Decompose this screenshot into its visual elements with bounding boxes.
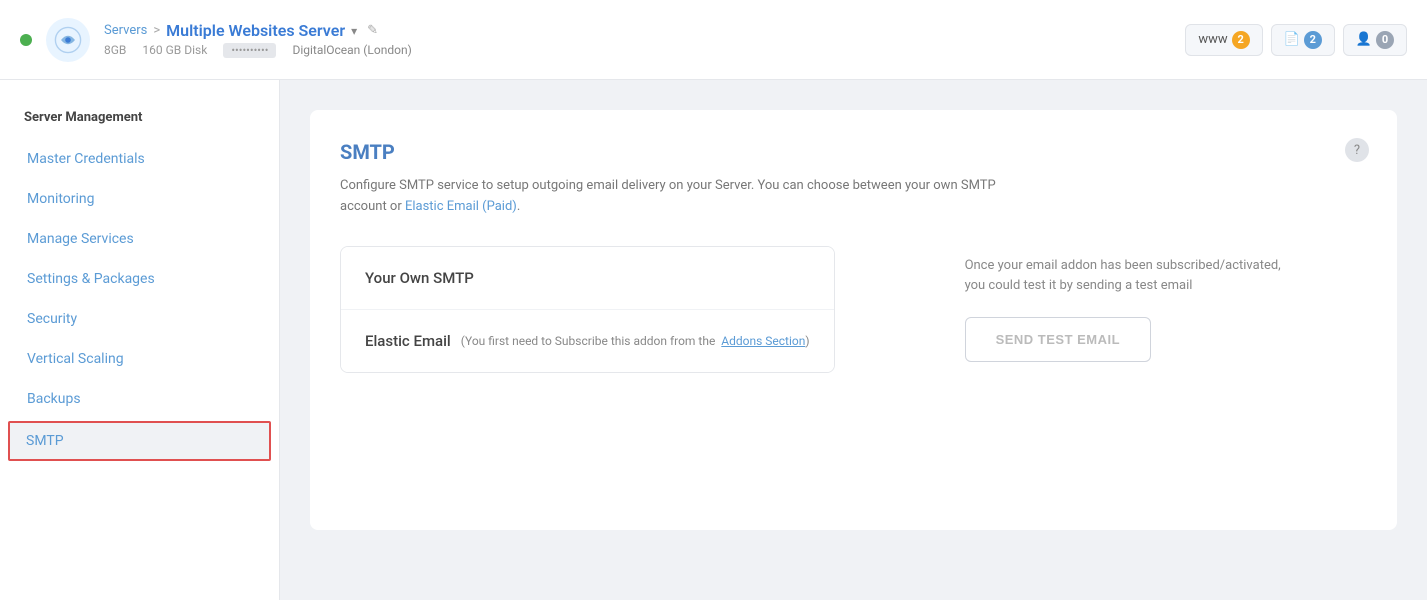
server-ip: •••••••••• xyxy=(223,43,276,58)
test-email-section: Once your email addon has been subscribe… xyxy=(965,246,1367,363)
dropdown-icon[interactable]: ▾ xyxy=(351,24,357,38)
topbar: Servers > Multiple Websites Server ▾ ✎ 8… xyxy=(0,0,1427,80)
files-count-badge: 2 xyxy=(1304,31,1322,49)
server-provider: DigitalOcean (London) xyxy=(292,43,411,58)
sidebar-item-settings-packages[interactable]: Settings & Packages xyxy=(0,259,279,299)
sidebar-item-manage-services[interactable]: Manage Services xyxy=(0,219,279,259)
server-meta: 8GB 160 GB Disk •••••••••• DigitalOcean … xyxy=(104,43,1185,58)
www-badge-button[interactable]: www 2 xyxy=(1185,24,1262,56)
your-own-smtp-label: Your Own SMTP xyxy=(365,269,474,287)
smtp-desc-text2: . xyxy=(517,199,520,214)
files-icon: 📄 xyxy=(1284,32,1300,47)
users-count-badge: 0 xyxy=(1376,31,1394,49)
smtp-title: SMTP xyxy=(340,140,1367,164)
elastic-email-option-label: Elastic Email xyxy=(365,332,451,350)
smtp-options-area: Your Own SMTP Elastic Email (You firs xyxy=(340,246,1367,373)
layout: Server Management Master Credentials Mon… xyxy=(0,80,1427,600)
servers-link[interactable]: Servers xyxy=(104,23,147,38)
server-status-dot xyxy=(20,34,32,46)
test-email-description: Once your email addon has been subscribe… xyxy=(965,256,1305,298)
server-name: Multiple Websites Server xyxy=(166,21,345,40)
server-ram: 8GB xyxy=(104,43,126,58)
edit-icon[interactable]: ✎ xyxy=(367,23,378,38)
smtp-options-box: Your Own SMTP Elastic Email (You firs xyxy=(340,246,835,373)
smtp-option-elastic-email[interactable]: Elastic Email (You first need to Subscri… xyxy=(341,310,834,372)
help-icon[interactable]: ? xyxy=(1345,138,1369,162)
main-content: ? SMTP Configure SMTP service to setup o… xyxy=(280,80,1427,600)
sidebar-item-backups[interactable]: Backups xyxy=(0,379,279,419)
addons-section-link[interactable]: Addons Section xyxy=(721,334,805,348)
sidebar-item-master-credentials[interactable]: Master Credentials xyxy=(0,139,279,179)
sidebar-item-smtp[interactable]: SMTP xyxy=(8,421,271,461)
breadcrumb-separator: > xyxy=(153,23,160,38)
server-disk: 160 GB Disk xyxy=(142,43,207,58)
files-badge-button[interactable]: 📄 2 xyxy=(1271,24,1335,56)
www-label: www xyxy=(1198,32,1227,47)
elastic-email-option-note: (You first need to Subscribe this addon … xyxy=(461,334,810,348)
smtp-description: Configure SMTP service to setup outgoing… xyxy=(340,176,1040,218)
content-card: ? SMTP Configure SMTP service to setup o… xyxy=(310,110,1397,530)
topbar-right: www 2 📄 2 👤 0 xyxy=(1185,24,1407,56)
send-test-email-button[interactable]: SEND TEST EMAIL xyxy=(965,317,1152,362)
server-logo xyxy=(46,18,90,62)
breadcrumb: Servers > Multiple Websites Server ▾ ✎ xyxy=(104,21,1185,40)
www-count-badge: 2 xyxy=(1232,31,1250,49)
elastic-email-link[interactable]: Elastic Email (Paid) xyxy=(405,199,517,214)
sidebar-section-title: Server Management xyxy=(0,100,279,139)
users-badge-button[interactable]: 👤 0 xyxy=(1343,24,1407,56)
sidebar-item-security[interactable]: Security xyxy=(0,299,279,339)
server-info: Servers > Multiple Websites Server ▾ ✎ 8… xyxy=(104,21,1185,58)
sidebar-item-monitoring[interactable]: Monitoring xyxy=(0,179,279,219)
sidebar: Server Management Master Credentials Mon… xyxy=(0,80,280,600)
sidebar-item-vertical-scaling[interactable]: Vertical Scaling xyxy=(0,339,279,379)
users-icon: 👤 xyxy=(1356,32,1372,47)
smtp-option-your-own[interactable]: Your Own SMTP xyxy=(341,247,834,310)
